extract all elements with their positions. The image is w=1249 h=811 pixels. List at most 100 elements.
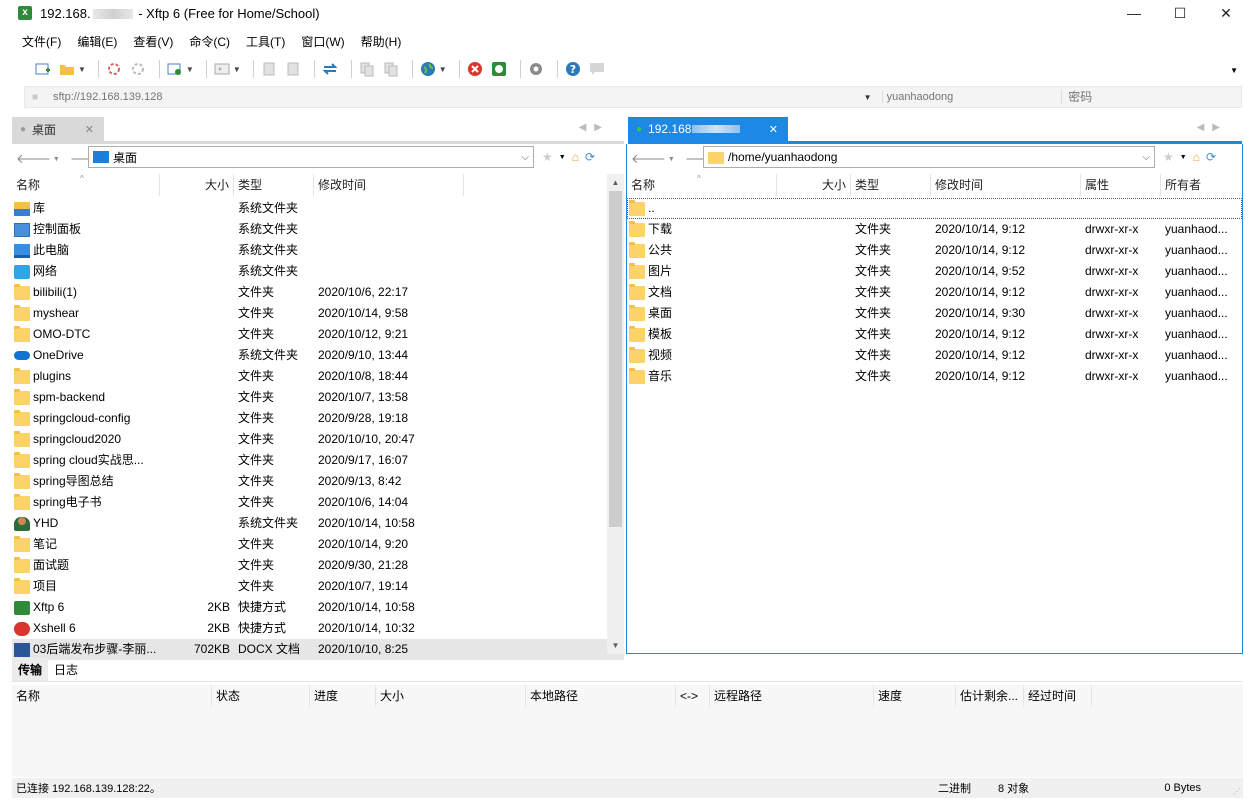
table-row[interactable]: bilibili(1) 文件夹 2020/10/6, 22:17 <box>12 282 624 303</box>
table-row[interactable]: 项目 文件夹 2020/10/7, 19:14 <box>12 576 624 597</box>
back-arrow-icon[interactable]: 🡐 <box>16 151 51 167</box>
queue-icon[interactable] <box>382 60 400 78</box>
resize-grip-icon[interactable]: ⋰ <box>1233 787 1241 796</box>
table-row[interactable]: spring导图总结 文件夹 2020/9/13, 8:42 <box>12 471 624 492</box>
table-row[interactable]: 桌面 文件夹 2020/10/14, 9:30 drwxr-xr-x yuanhaod.… <box>627 303 1242 324</box>
tab-scroll-arrows-icon[interactable]: ◀▶ <box>579 122 610 133</box>
password-input[interactable] <box>1061 90 1241 104</box>
col-transfer-name[interactable]: 名称 <box>12 685 212 707</box>
maximize-button[interactable]: ☐ <box>1157 0 1203 26</box>
menu-help[interactable]: 帮助(H) <box>353 33 410 50</box>
menu-command[interactable]: 命令(C) <box>181 33 238 50</box>
table-row[interactable]: 面试题 文件夹 2020/9/30, 21:28 <box>12 555 624 576</box>
col-eta[interactable]: 估计剩余... <box>956 685 1024 707</box>
table-row[interactable]: 03后端发布步骤-李丽... 702KB DOCX 文档 2020/10/10, 8:… <box>12 639 624 660</box>
favorite-dropdown-icon[interactable]: ▼ <box>559 154 566 161</box>
back-dropdown-icon[interactable]: ▼ <box>668 156 675 163</box>
transfer-icon[interactable] <box>358 60 376 78</box>
tab-log[interactable]: 日志 <box>48 658 84 681</box>
open-dropdown-icon[interactable]: ▼ <box>78 65 86 74</box>
col-size[interactable]: 大小 <box>160 174 234 196</box>
table-row[interactable]: 图片 文件夹 2020/10/14, 9:52 drwxr-xr-x yuanhaod.… <box>627 261 1242 282</box>
close-tab-icon[interactable]: ✕ <box>769 123 778 136</box>
col-local-path[interactable]: 本地路径 <box>526 685 676 707</box>
col-owner[interactable]: 所有者 <box>1161 174 1241 196</box>
xshell-icon[interactable] <box>466 60 484 78</box>
table-row[interactable]: springcloud2020 文件夹 2020/10/10, 20:47 <box>12 429 624 450</box>
table-row[interactable]: spm-backend 文件夹 2020/10/7, 13:58 <box>12 387 624 408</box>
menu-view[interactable]: 查看(V) <box>125 33 181 50</box>
table-row[interactable]: Xshell 6 2KB 快捷方式 2020/10/14, 10:32 <box>12 618 624 639</box>
table-row[interactable]: 文档 文件夹 2020/10/14, 9:12 drwxr-xr-x yuanhaod.… <box>627 282 1242 303</box>
back-arrow-icon[interactable]: 🡐 <box>631 151 666 167</box>
table-row[interactable]: 控制面板 系统文件夹 <box>12 219 624 240</box>
tab-local-desktop[interactable]: ● 桌面 ✕ <box>12 117 104 141</box>
path-dropdown-icon[interactable]: ⌵ <box>1142 152 1150 163</box>
scroll-up-icon[interactable]: ▲ <box>607 174 624 191</box>
close-button[interactable]: ✕ <box>1203 0 1249 26</box>
table-row[interactable]: 笔记 文件夹 2020/10/14, 9:20 <box>12 534 624 555</box>
settings-gear-icon[interactable] <box>527 60 545 78</box>
home-icon[interactable]: ⌂ <box>1193 150 1200 164</box>
col-mtime[interactable]: 修改时间 <box>931 174 1081 196</box>
scroll-thumb[interactable] <box>609 191 622 527</box>
table-row[interactable]: 视频 文件夹 2020/10/14, 9:12 drwxr-xr-x yuanhaod.… <box>627 345 1242 366</box>
table-row[interactable]: 此电脑 系统文件夹 <box>12 240 624 261</box>
tab-remote-session[interactable]: ● 192.168 ✕ <box>628 117 788 141</box>
table-row[interactable]: Xftp 6 2KB 快捷方式 2020/10/14, 10:58 <box>12 597 624 618</box>
disconnect-icon[interactable] <box>105 60 123 78</box>
new-session-icon[interactable] <box>34 60 52 78</box>
globe-dropdown-icon[interactable]: ▼ <box>439 65 447 74</box>
path-dropdown-icon[interactable]: ⌵ <box>521 152 529 163</box>
col-speed[interactable]: 速度 <box>874 685 956 707</box>
menu-tools[interactable]: 工具(T) <box>238 33 293 50</box>
terminal-icon[interactable] <box>213 60 231 78</box>
table-row[interactable]: 公共 文件夹 2020/10/14, 9:12 drwxr-xr-x yuanhaod.… <box>627 240 1242 261</box>
table-row[interactable]: OneDrive 系统文件夹 2020/9/10, 13:44 <box>12 345 624 366</box>
col-attr[interactable]: 属性 <box>1081 174 1161 196</box>
home-icon[interactable]: ⌂ <box>572 150 579 164</box>
favorite-star-icon[interactable]: ★ <box>542 150 553 164</box>
transfer-mode[interactable]: 二进制 <box>938 780 971 796</box>
table-row[interactable]: spring电子书 文件夹 2020/10/6, 14:04 <box>12 492 624 513</box>
xftp-icon[interactable] <box>490 60 508 78</box>
table-row[interactable]: 模板 文件夹 2020/10/14, 9:12 drwxr-xr-x yuanhaod.… <box>627 324 1242 345</box>
table-row[interactable]: springcloud-config 文件夹 2020/9/28, 19:18 <box>12 408 624 429</box>
col-type[interactable]: 类型 <box>851 174 931 196</box>
refresh-icon[interactable]: ⟳ <box>1206 150 1216 164</box>
menu-window[interactable]: 窗口(W) <box>293 33 352 50</box>
tab-transfers[interactable]: 传输 <box>12 658 49 681</box>
copy-icon[interactable] <box>260 60 278 78</box>
favorite-star-icon[interactable]: ★ <box>1163 150 1174 164</box>
new-tab-dropdown-icon[interactable]: ▼ <box>186 65 194 74</box>
paste-icon[interactable] <box>284 60 302 78</box>
table-row[interactable]: spring cloud实战思... 文件夹 2020/9/17, 16:07 <box>12 450 624 471</box>
address-dropdown-icon[interactable]: ▼ <box>864 93 882 102</box>
table-row[interactable]: YHD 系统文件夹 2020/10/14, 10:58 <box>12 513 624 534</box>
remote-path-box[interactable]: /home/yuanhaodong ⌵ <box>703 146 1155 168</box>
host-address-input[interactable] <box>52 91 864 103</box>
local-scrollbar[interactable]: ▲ ▼ <box>607 174 624 654</box>
menu-edit[interactable]: 编辑(E) <box>69 33 125 50</box>
minimize-button[interactable]: — <box>1111 0 1157 26</box>
col-type[interactable]: 类型 <box>234 174 314 196</box>
refresh-icon[interactable]: ⟳ <box>585 150 595 164</box>
col-transfer-status[interactable]: 状态 <box>212 685 310 707</box>
col-size[interactable]: 大小 <box>777 174 851 196</box>
transfer-list[interactable] <box>12 707 1243 777</box>
scroll-down-icon[interactable]: ▼ <box>607 637 624 654</box>
local-path-box[interactable]: 桌面 ⌵ <box>88 146 534 168</box>
col-transfer-progress[interactable]: 进度 <box>310 685 376 707</box>
globe-icon[interactable] <box>419 60 437 78</box>
col-name[interactable]: 名称 ^ <box>627 174 777 196</box>
table-row[interactable]: 库 系统文件夹 <box>12 198 624 219</box>
table-row[interactable]: plugins 文件夹 2020/10/8, 18:44 <box>12 366 624 387</box>
close-tab-icon[interactable]: ✕ <box>85 123 94 136</box>
sync-icon[interactable] <box>321 60 339 78</box>
table-row[interactable]: 网络 系统文件夹 <box>12 261 624 282</box>
toolbar-overflow-icon[interactable]: ▼ <box>1230 66 1238 75</box>
table-row[interactable]: 音乐 文件夹 2020/10/14, 9:12 drwxr-xr-x yuanhaod.… <box>627 366 1242 387</box>
chat-icon[interactable] <box>588 60 606 78</box>
new-tab-icon[interactable] <box>166 60 184 78</box>
col-name[interactable]: 名称 ^ <box>12 174 160 196</box>
